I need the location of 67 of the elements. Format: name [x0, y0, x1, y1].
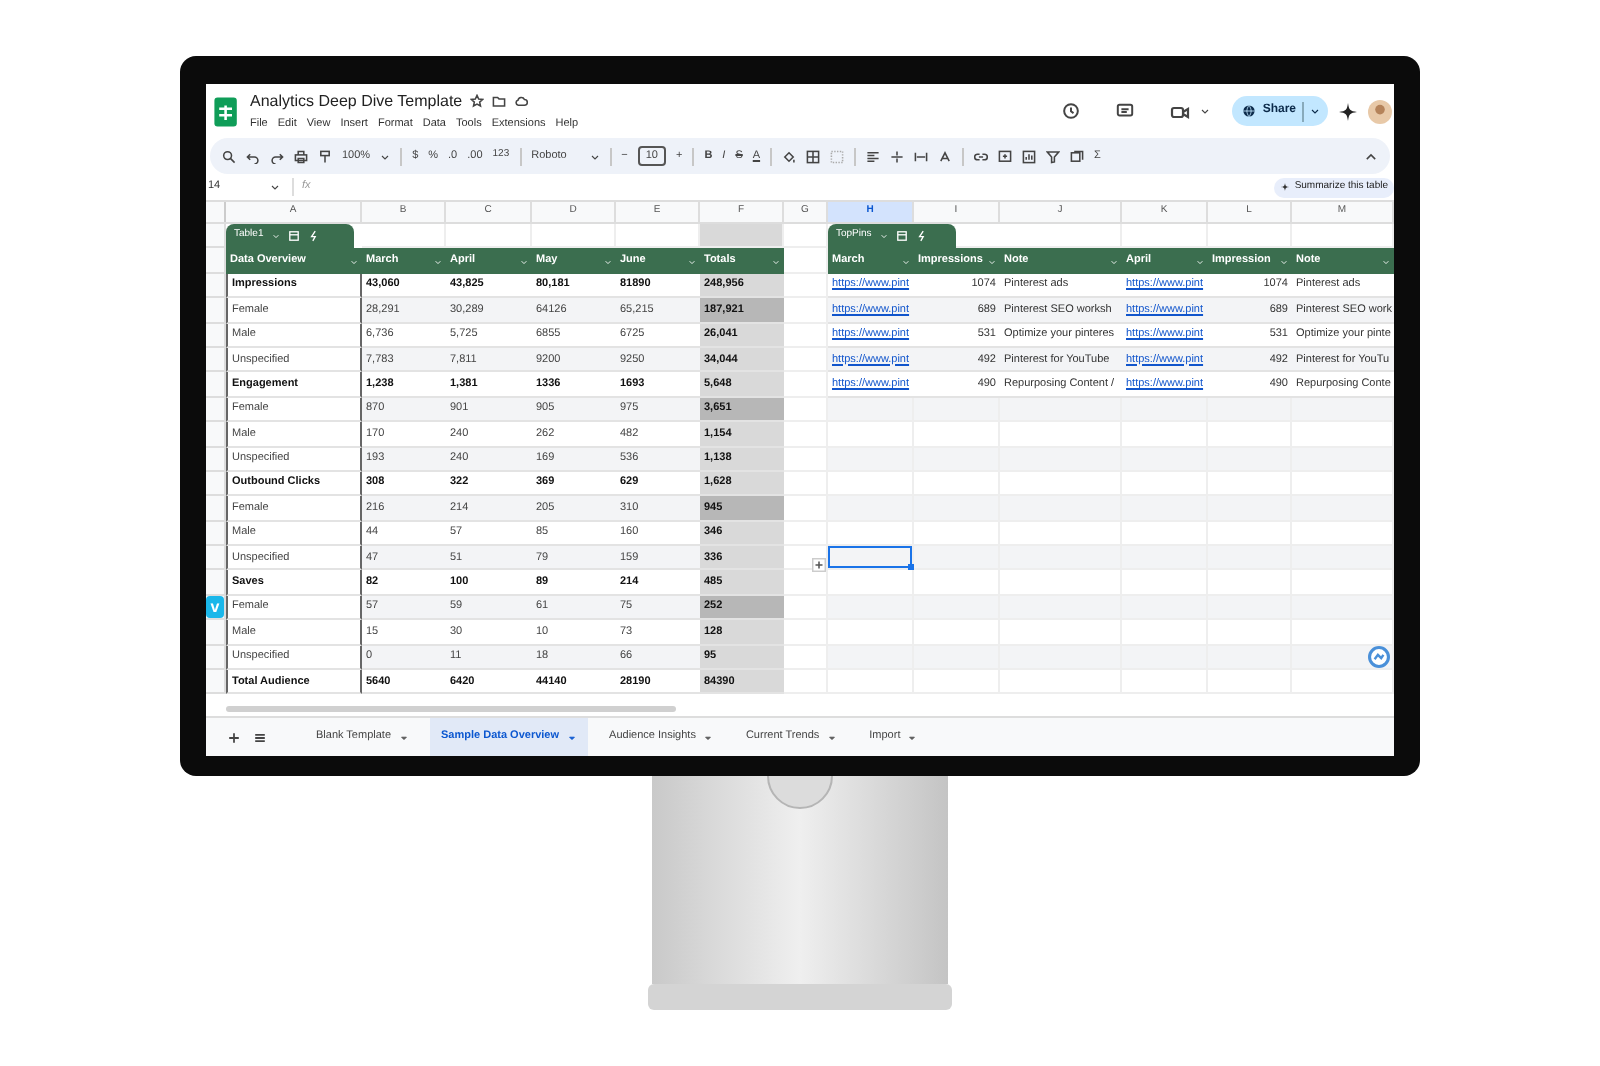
comment-icon[interactable]: [1116, 102, 1135, 120]
all-sheets-icon[interactable]: [252, 729, 268, 745]
paint-format-icon[interactable]: [318, 149, 332, 163]
link-icon[interactable]: [974, 149, 989, 163]
caret-icon[interactable]: [908, 733, 917, 741]
row-header[interactable]: [206, 372, 226, 398]
table-icon[interactable]: [287, 230, 300, 243]
caret-icon[interactable]: [270, 182, 280, 192]
row-header[interactable]: [206, 298, 226, 324]
filter-icon[interactable]: [1046, 149, 1061, 163]
row-header[interactable]: [206, 323, 226, 348]
print-icon[interactable]: [294, 149, 308, 163]
video-camera-icon[interactable]: [1170, 101, 1191, 121]
caret-icon[interactable]: [399, 733, 408, 741]
redo-icon[interactable]: [270, 149, 284, 163]
text-rotation-icon[interactable]: [938, 149, 953, 163]
assistant-icon[interactable]: [1368, 645, 1390, 668]
add-sheet-icon[interactable]: [226, 729, 242, 745]
row-header[interactable]: [206, 273, 226, 299]
sparkle-icon[interactable]: [1338, 101, 1358, 121]
history-icon[interactable]: [1062, 102, 1081, 120]
row-header[interactable]: [206, 645, 226, 671]
caret-icon[interactable]: [1200, 106, 1211, 116]
folder-icon[interactable]: [492, 94, 507, 109]
row-header[interactable]: [206, 447, 226, 472]
caret-icon[interactable]: [1310, 106, 1320, 116]
cloud-icon[interactable]: [514, 94, 529, 109]
scrollbar[interactable]: [226, 706, 676, 712]
sparkle-icon[interactable]: [1280, 182, 1291, 192]
document-title[interactable]: Analytics Deep Dive Template: [250, 89, 463, 114]
vertical-align-icon[interactable]: [890, 149, 905, 163]
avatar-icon[interactable]: [1368, 99, 1392, 123]
caret-icon[interactable]: [380, 151, 391, 161]
caret-icon[interactable]: [567, 733, 576, 741]
row-header[interactable]: [206, 496, 226, 522]
borders-icon[interactable]: [806, 149, 821, 163]
text-wrap-icon[interactable]: [914, 149, 929, 163]
caret-icon[interactable]: [589, 151, 600, 161]
row-header[interactable]: [206, 471, 226, 497]
row-header[interactable]: [206, 422, 226, 448]
fill-color-icon[interactable]: [782, 149, 797, 163]
caret-icon[interactable]: [703, 733, 712, 741]
undo-icon[interactable]: [246, 149, 260, 163]
add-comment-icon[interactable]: [998, 149, 1013, 163]
caret-icon[interactable]: [827, 733, 836, 741]
row-header[interactable]: [206, 546, 226, 571]
collapse-icon[interactable]: [1364, 149, 1378, 163]
search-icon[interactable]: [222, 149, 236, 163]
row-header[interactable]: [206, 248, 226, 274]
chart-icon[interactable]: [1022, 149, 1037, 163]
row-header[interactable]: [206, 347, 226, 373]
globe-icon[interactable]: [1242, 104, 1257, 118]
row-header[interactable]: [206, 521, 226, 547]
align-left-icon[interactable]: [866, 149, 881, 163]
lightning-icon[interactable]: [307, 230, 320, 243]
row-header[interactable]: [206, 620, 226, 646]
lightning-icon[interactable]: [915, 230, 928, 243]
spreadsheet-logo-icon[interactable]: [208, 95, 240, 127]
table-icon[interactable]: [895, 230, 908, 243]
merge-cells-icon[interactable]: [830, 149, 845, 163]
star-icon[interactable]: [470, 94, 485, 109]
row-header[interactable]: [206, 670, 226, 695]
row-header[interactable]: [206, 570, 226, 596]
filter-views-icon[interactable]: [1070, 149, 1085, 163]
add-icon[interactable]: [812, 558, 826, 573]
row-header[interactable]: [206, 224, 226, 249]
row-header[interactable]: [206, 397, 226, 423]
